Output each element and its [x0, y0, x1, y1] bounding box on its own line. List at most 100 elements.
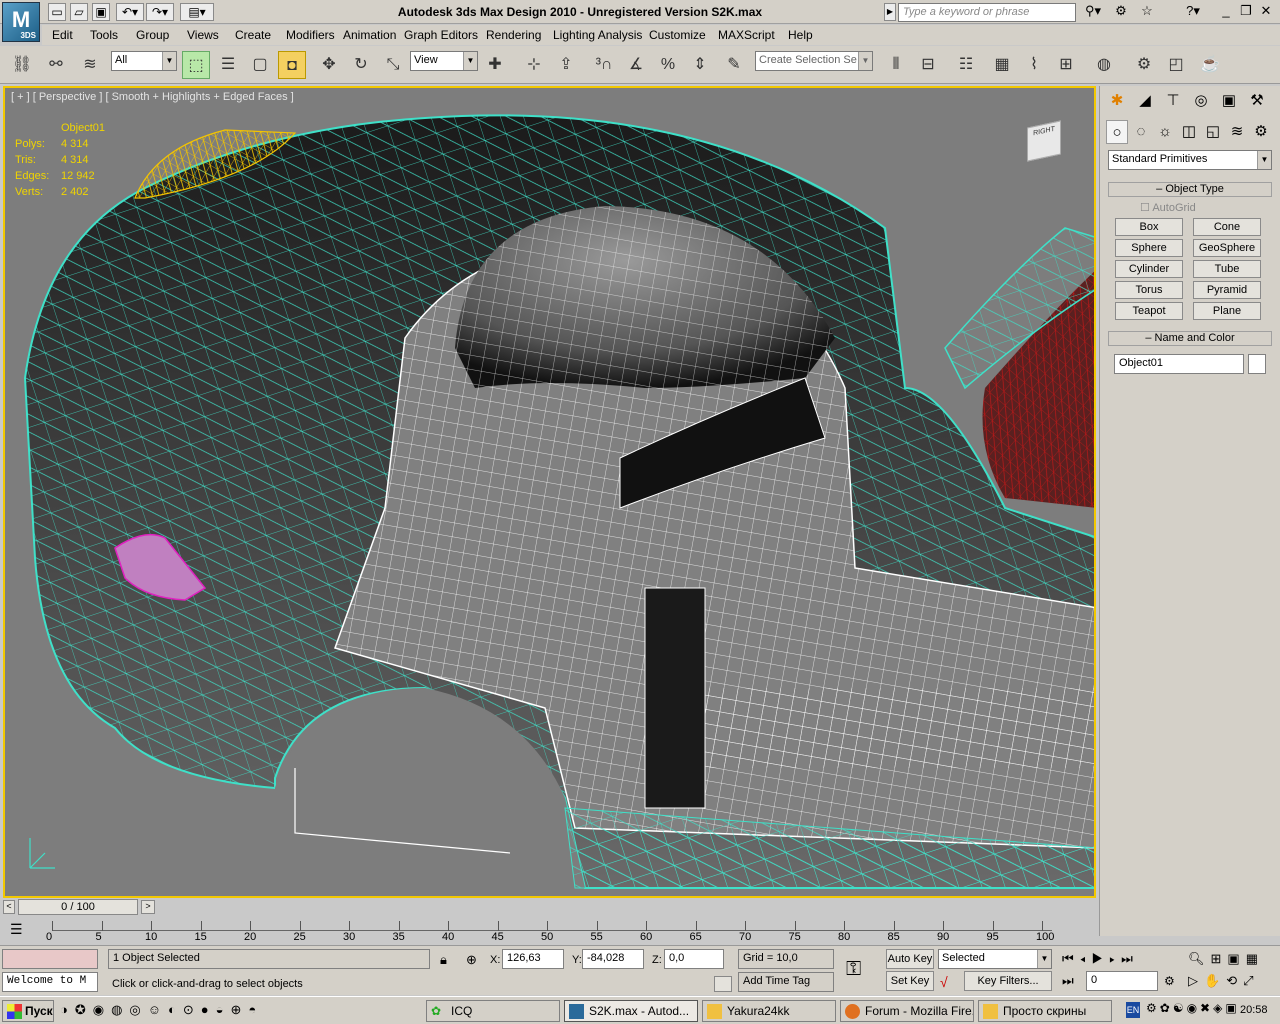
menu-rendering[interactable]: Rendering: [486, 28, 541, 42]
viewport-nav-controls[interactable]: 🔍︎⊞▣▦: [1188, 951, 1264, 967]
lights-icon[interactable]: ☼: [1154, 120, 1176, 144]
prev-frame-icon[interactable]: ◂: [1080, 951, 1092, 966]
teapot-button[interactable]: Teapot: [1115, 302, 1183, 320]
search-expand-icon[interactable]: ▶: [884, 3, 896, 21]
menu-create[interactable]: Create: [235, 28, 271, 42]
window-crossing-icon[interactable]: ◘: [278, 51, 306, 79]
redo-icon[interactable]: ↷▾: [146, 3, 174, 21]
next-frame-icon[interactable]: ▸: [1109, 951, 1121, 966]
undo-icon[interactable]: ↶▾: [116, 3, 144, 21]
motion-tab-icon[interactable]: ◎: [1188, 89, 1214, 113]
time-tag-icon[interactable]: [714, 976, 732, 992]
rendered-frame-window-icon[interactable]: ◰: [1162, 51, 1190, 79]
add-time-tag-button[interactable]: Add Time Tag: [738, 972, 834, 992]
object-name-input[interactable]: Object01: [1114, 354, 1244, 374]
torus-button[interactable]: Torus: [1115, 281, 1183, 299]
menu-help[interactable]: Help: [788, 28, 813, 42]
mirror-icon[interactable]: ⫴: [882, 51, 910, 79]
cylinder-button[interactable]: Cylinder: [1115, 260, 1183, 278]
menu-group[interactable]: Group: [136, 28, 169, 42]
help-icon[interactable]: ?▾: [1180, 3, 1206, 21]
material-editor-icon[interactable]: ◍: [1090, 51, 1118, 79]
auto-key-button[interactable]: Auto Key: [886, 949, 934, 969]
link-icon[interactable]: ⛓: [8, 51, 36, 79]
object-color-swatch[interactable]: [1248, 354, 1266, 374]
language-indicator[interactable]: EN: [1126, 1002, 1140, 1018]
application-button[interactable]: M 3DS: [2, 2, 40, 42]
pyramid-button[interactable]: Pyramid: [1193, 281, 1261, 299]
time-configuration-icon[interactable]: ⚙: [1164, 974, 1175, 988]
zoom-all-icon[interactable]: ⊞: [1211, 951, 1228, 966]
geosphere-button[interactable]: GeoSphere: [1193, 239, 1261, 257]
z-coordinate-input[interactable]: 0,0: [664, 949, 724, 969]
render-production-icon[interactable]: ☕: [1196, 51, 1224, 79]
space-warps-icon[interactable]: ≋: [1226, 120, 1248, 144]
open-file-icon[interactable]: ▱: [70, 3, 88, 21]
helpers-icon[interactable]: ◱: [1202, 120, 1224, 144]
schematic-view-icon[interactable]: ⊞: [1052, 51, 1080, 79]
hierarchy-tab-icon[interactable]: ⊤: [1160, 89, 1186, 113]
rollout-object-type[interactable]: – Object Type: [1108, 182, 1272, 197]
angle-snap-icon[interactable]: ∡: [622, 51, 650, 79]
task-icq[interactable]: ✿ ICQ: [426, 1000, 560, 1022]
box-button[interactable]: Box: [1115, 218, 1183, 236]
zoom-extents-all-icon[interactable]: ▦: [1246, 951, 1264, 966]
geometry-icon[interactable]: ○: [1106, 120, 1128, 144]
render-setup-icon[interactable]: ⚙: [1130, 51, 1158, 79]
save-icon[interactable]: ▣: [92, 3, 110, 21]
graphite-tools-icon[interactable]: ▦: [988, 51, 1016, 79]
menu-tools[interactable]: Tools: [90, 28, 118, 42]
create-tab-icon[interactable]: ✱: [1104, 89, 1130, 113]
zoom-icon[interactable]: 🔍︎: [1188, 951, 1211, 966]
curve-editor-icon[interactable]: ⌇: [1020, 51, 1048, 79]
edit-named-selection-icon[interactable]: ✎: [720, 51, 748, 79]
restore-icon[interactable]: ❐: [1236, 3, 1256, 21]
viewcube[interactable]: RIGHT: [1027, 120, 1061, 162]
time-slider-thumb[interactable]: 0 / 100: [18, 899, 138, 915]
track-bar[interactable]: ☰ 0 5 10 15 20 25 30 35 40 45 50 55 60 65 70 75 80 85 90 95…: [0, 917, 1098, 945]
key-filters-icon[interactable]: √: [940, 974, 948, 990]
selection-lock-icon[interactable]: 🔒︎: [440, 952, 447, 968]
reference-coordinate-dropdown[interactable]: View ▼: [410, 51, 478, 71]
rollout-name-and-color[interactable]: – Name and Color: [1108, 331, 1272, 346]
geometry-category-dropdown[interactable]: Standard Primitives ▼: [1108, 150, 1272, 170]
utilities-tab-icon[interactable]: ⚒: [1244, 89, 1270, 113]
minimize-icon[interactable]: _: [1216, 3, 1236, 21]
tube-button[interactable]: Tube: [1193, 260, 1261, 278]
task-yakura[interactable]: Yakura24kk: [702, 1000, 836, 1022]
perspective-viewport[interactable]: [ + ] [ Perspective ] [ Smooth + Highlig…: [3, 86, 1096, 898]
select-manipulate-icon[interactable]: ⊹: [520, 51, 548, 79]
playback-controls[interactable]: ⏮◂▶▸⏭: [1062, 951, 1139, 967]
set-key-button[interactable]: Set Key: [886, 971, 934, 991]
y-coordinate-input[interactable]: -84,028: [582, 949, 644, 969]
plane-button[interactable]: Plane: [1193, 302, 1261, 320]
keyboard-shortcut-override-icon[interactable]: ⇪: [552, 51, 580, 79]
go-to-end-icon[interactable]: ⏭: [1121, 951, 1139, 966]
maximize-viewport-icon[interactable]: ⤢: [1243, 973, 1259, 988]
task-firefox[interactable]: Forum - Mozilla Fire...: [840, 1000, 974, 1022]
snaps-toggle-icon[interactable]: ³∩: [590, 51, 618, 79]
absolute-mode-icon[interactable]: ⊕: [466, 952, 477, 968]
cone-button[interactable]: Cone: [1193, 218, 1261, 236]
key-mode-dropdown[interactable]: Selected ▼: [938, 949, 1052, 969]
menu-lighting-analysis[interactable]: Lighting Analysis: [553, 28, 642, 42]
maxscript-listener-input[interactable]: Welcome to M: [2, 972, 98, 992]
menu-modifiers[interactable]: Modifiers: [286, 28, 335, 42]
menu-edit[interactable]: Edit: [52, 28, 73, 42]
play-icon[interactable]: ▶: [1092, 951, 1110, 966]
menu-graph-editors[interactable]: Graph Editors: [404, 28, 478, 42]
time-next-icon[interactable]: >: [141, 900, 155, 914]
orbit-icon[interactable]: ⟲: [1226, 973, 1243, 988]
zoom-extents-icon[interactable]: ▣: [1227, 951, 1245, 966]
scale-icon[interactable]: ⤡: [379, 51, 407, 79]
key-filters-button[interactable]: Key Filters...: [964, 971, 1052, 991]
x-coordinate-input[interactable]: 126,63: [502, 949, 564, 969]
menu-views[interactable]: Views: [187, 28, 219, 42]
tray-icons[interactable]: ⚙✿☯◉✖◈▣: [1146, 1001, 1240, 1015]
current-frame-input[interactable]: 0: [1086, 971, 1158, 991]
cameras-icon[interactable]: ◫: [1178, 120, 1200, 144]
menu-animation[interactable]: Animation: [343, 28, 396, 42]
set-keys-icon[interactable]: ⚿: [846, 958, 861, 981]
select-by-name-icon[interactable]: ☰: [214, 51, 242, 79]
viewport-label[interactable]: [ + ] [ Perspective ] [ Smooth + Highlig…: [11, 91, 294, 103]
